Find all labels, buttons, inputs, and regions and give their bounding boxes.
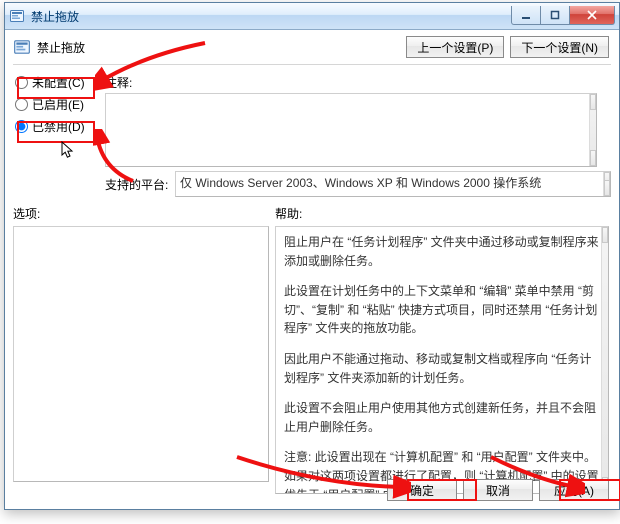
options-box[interactable] (13, 226, 269, 482)
help-paragraph: 此设置在计划任务中的上下文菜单和 “编辑” 菜单中禁用 “剪切”、“复制” 和 … (284, 282, 600, 338)
radio-not-configured-input[interactable] (15, 76, 28, 89)
comment-field[interactable] (105, 93, 597, 167)
radio-not-configured-label: 未配置(C) (32, 74, 85, 91)
platform-field[interactable]: 仅 Windows Server 2003、Windows XP 和 Windo… (175, 171, 611, 197)
config-area: 未配置(C) 已启用(E) 已禁用(D) 注释: (5, 71, 619, 197)
scrollbar[interactable] (589, 94, 596, 166)
dialog-buttons: 确定 取消 应用(A) (387, 479, 609, 501)
scrollbar[interactable] (601, 227, 608, 493)
radio-not-configured[interactable]: 未配置(C) (13, 71, 105, 93)
help-paragraph: 因此用户不能通过拖动、移动或复制文档或程序向 “任务计划程序” 文件夹添加新的计… (284, 350, 600, 387)
next-setting-button[interactable]: 下一个设置(N) (510, 36, 609, 58)
titlebar[interactable]: 禁止拖放 (5, 3, 619, 30)
separator (13, 64, 611, 65)
state-radios: 未配置(C) 已启用(E) 已禁用(D) (13, 71, 105, 137)
header-title: 禁止拖放 (37, 39, 406, 56)
policy-icon (9, 8, 25, 24)
radio-disabled-label: 已禁用(D) (32, 118, 85, 135)
window-buttons (511, 6, 615, 25)
ok-button[interactable]: 确定 (387, 479, 457, 501)
options-label: 选项: (13, 205, 267, 222)
help-label: 帮助: (275, 205, 611, 222)
help-paragraph: 阻止用户在 “任务计划程序” 文件夹中通过移动或复制程序来添加或删除任务。 (284, 233, 600, 270)
window-title: 禁止拖放 (31, 8, 511, 25)
maximize-button[interactable] (540, 6, 570, 25)
help-box[interactable]: 阻止用户在 “任务计划程序” 文件夹中通过移动或复制程序来添加或删除任务。此设置… (275, 226, 609, 494)
radio-enabled-label: 已启用(E) (32, 96, 84, 113)
platform-label: 支持的平台: (105, 176, 175, 193)
radio-enabled[interactable]: 已启用(E) (13, 93, 105, 115)
radio-disabled-input[interactable] (15, 120, 28, 133)
policy-icon (13, 38, 31, 56)
radio-enabled-input[interactable] (15, 98, 28, 111)
close-button[interactable] (569, 6, 615, 25)
radio-disabled[interactable]: 已禁用(D) (13, 115, 105, 137)
comment-label: 注释: (105, 74, 132, 91)
apply-button[interactable]: 应用(A) (539, 479, 609, 501)
help-paragraph: 此设置不会阻止用户使用其他方式创建新任务，并且不会阻止用户删除任务。 (284, 399, 600, 436)
dialog-content: 禁止拖放 上一个设置(P) 下一个设置(N) 未配置(C) 已启用(E) (5, 30, 619, 509)
header-row: 禁止拖放 上一个设置(P) 下一个设置(N) (5, 30, 619, 62)
scrollbar[interactable] (603, 172, 610, 196)
cancel-button[interactable]: 取消 (463, 479, 533, 501)
prev-setting-button[interactable]: 上一个设置(P) (406, 36, 504, 58)
platform-text: 仅 Windows Server 2003、Windows XP 和 Windo… (180, 176, 541, 190)
mid-columns: 选项: 帮助: 阻止用户在 “任务计划程序” 文件夹中通过移动或复制程序来添加或… (5, 197, 619, 494)
minimize-button[interactable] (511, 6, 541, 25)
dialog-window: 禁止拖放 禁止拖放 上 (4, 2, 620, 510)
